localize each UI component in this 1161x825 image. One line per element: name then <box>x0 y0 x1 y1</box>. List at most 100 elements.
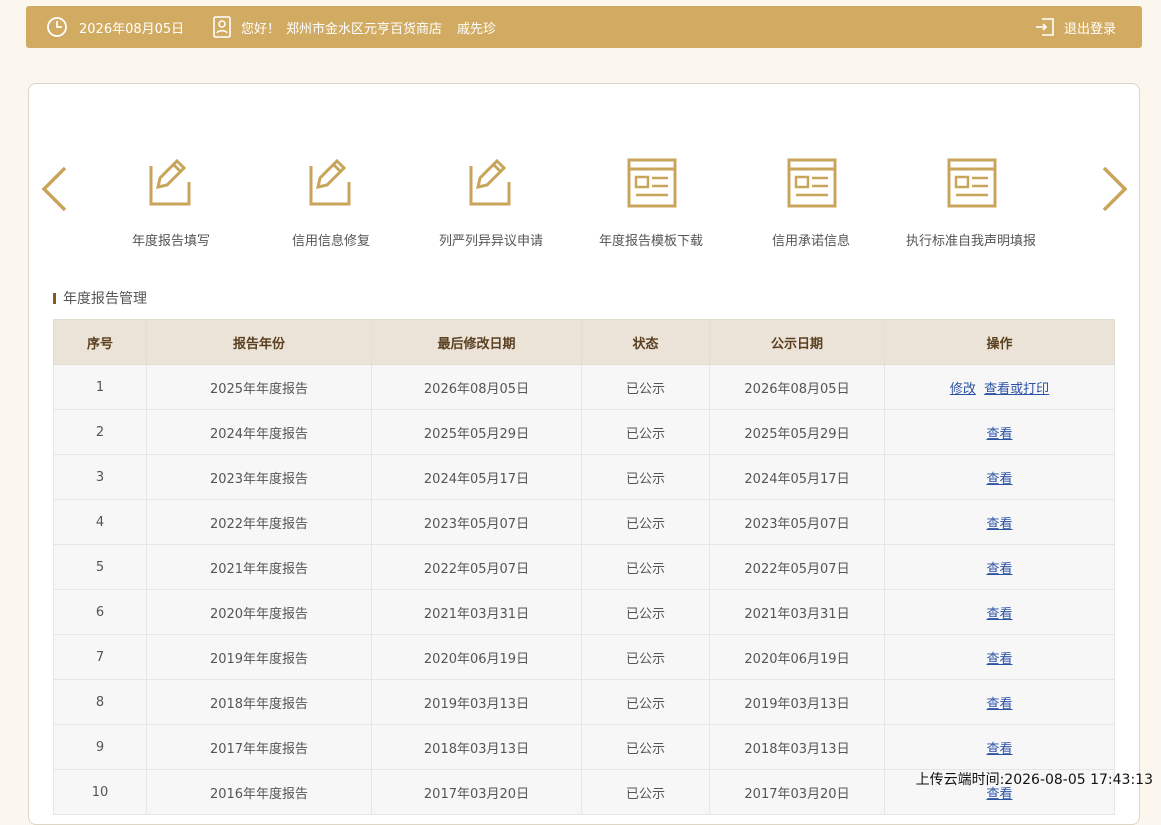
row-number: 1 <box>53 364 147 410</box>
actions-cell: 查看 <box>884 409 1115 455</box>
section-title-text: 年度报告管理 <box>63 291 147 307</box>
section-marker <box>53 292 56 304</box>
published-date: 2026年08月05日 <box>709 364 885 410</box>
modified-date: 2025年05月29日 <box>371 409 582 455</box>
row-number: 8 <box>53 679 147 725</box>
published-date: 2022年05月07日 <box>709 544 885 590</box>
column-header: 序号 <box>53 319 147 365</box>
view-link[interactable]: 查看 <box>986 697 1012 712</box>
greeting-text: 您好！ <box>241 21 281 37</box>
edit-icon <box>147 158 197 208</box>
report-year: 2018年年度报告 <box>146 679 372 725</box>
carousel-prev-button[interactable] <box>39 164 69 218</box>
view-print-link[interactable]: 查看或打印 <box>984 382 1049 397</box>
row-number: 7 <box>53 634 147 680</box>
modified-date: 2020年06月19日 <box>371 634 582 680</box>
row-number: 2 <box>53 409 147 455</box>
table-row: 3 2023年年度报告 2024年05月17日 已公示 2024年05月17日 … <box>53 454 1115 500</box>
view-link[interactable]: 查看 <box>986 517 1012 532</box>
modified-date: 2024年05月17日 <box>371 454 582 500</box>
chevron-right-icon <box>1100 166 1130 218</box>
published-date: 2024年05月17日 <box>709 454 885 500</box>
document-window-icon <box>947 158 997 208</box>
logout-button[interactable]: 退出登录 <box>1034 6 1116 48</box>
modified-date: 2021年03月31日 <box>371 589 582 635</box>
published-date: 2021年03月31日 <box>709 589 885 635</box>
modified-date: 2026年08月05日 <box>371 364 582 410</box>
modified-date: 2022年05月07日 <box>371 544 582 590</box>
report-year: 2016年年度报告 <box>146 769 372 815</box>
clock-icon <box>46 16 68 38</box>
status: 已公示 <box>581 679 710 725</box>
table-row: 8 2018年年度报告 2019年03月13日 已公示 2019年03月13日 … <box>53 679 1115 725</box>
report-year: 2020年年度报告 <box>146 589 372 635</box>
table-row: 1 2025年年度报告 2026年08月05日 已公示 2026年08月05日 … <box>53 364 1115 410</box>
column-header: 公示日期 <box>709 319 885 365</box>
user-badge-icon <box>212 16 232 38</box>
report-year: 2022年年度报告 <box>146 499 372 545</box>
row-number: 5 <box>53 544 147 590</box>
logout-label: 退出登录 <box>1064 21 1117 37</box>
annual-report-table: 序号 报告年份 最后修改日期 状态 公示日期 操作 1 2025年年度报告 20… <box>53 319 1115 815</box>
chevron-left-icon <box>39 166 69 218</box>
actions-cell: 修改 查看或打印 <box>884 364 1115 410</box>
top-bar: 2026年08月05日 您好！ 郑州市金水区元亨百货商店 戚先珍 退出登录 <box>26 6 1142 48</box>
table-row: 7 2019年年度报告 2020年06月19日 已公示 2020年06月19日 … <box>53 634 1115 680</box>
document-window-icon <box>627 158 677 208</box>
status: 已公示 <box>581 364 710 410</box>
column-header: 报告年份 <box>146 319 372 365</box>
published-date: 2017年03月20日 <box>709 769 885 815</box>
modified-date: 2023年05月07日 <box>371 499 582 545</box>
company-name: 郑州市金水区元亨百货商店 <box>286 21 443 37</box>
edit-link[interactable]: 修改 <box>950 382 976 397</box>
view-link[interactable]: 查看 <box>986 472 1012 487</box>
report-year: 2019年年度报告 <box>146 634 372 680</box>
actions-cell: 查看 <box>884 544 1115 590</box>
nav-label: 年度报告模板下载 <box>598 234 703 249</box>
edit-icon <box>307 158 357 208</box>
report-year: 2025年年度报告 <box>146 364 372 410</box>
view-link[interactable]: 查看 <box>986 562 1012 577</box>
published-date: 2019年03月13日 <box>709 679 885 725</box>
published-date: 2023年05月07日 <box>709 499 885 545</box>
column-header: 状态 <box>581 319 710 365</box>
greeting-group: 您好！ 郑州市金水区元亨百货商店 戚先珍 <box>212 6 496 48</box>
actions-cell: 查看 <box>884 499 1115 545</box>
status: 已公示 <box>581 589 710 635</box>
current-date: 2026年08月05日 <box>79 21 185 37</box>
status: 已公示 <box>581 454 710 500</box>
status: 已公示 <box>581 769 710 815</box>
actions-cell: 查看 <box>884 679 1115 725</box>
table-row: 5 2021年年度报告 2022年05月07日 已公示 2022年05月07日 … <box>53 544 1115 590</box>
status: 已公示 <box>581 409 710 455</box>
modified-date: 2017年03月20日 <box>371 769 582 815</box>
edit-icon <box>467 158 517 208</box>
nav-label: 信用信息修复 <box>291 234 370 249</box>
view-link[interactable]: 查看 <box>986 607 1012 622</box>
user-name: 戚先珍 <box>457 21 497 37</box>
published-date: 2018年03月13日 <box>709 724 885 770</box>
row-number: 3 <box>53 454 147 500</box>
document-window-icon <box>787 158 837 208</box>
row-number: 6 <box>53 589 147 635</box>
table-row: 9 2017年年度报告 2018年03月13日 已公示 2018年03月13日 … <box>53 724 1115 770</box>
report-year: 2024年年度报告 <box>146 409 372 455</box>
table-row: 6 2020年年度报告 2021年03月31日 已公示 2021年03月31日 … <box>53 589 1115 635</box>
table-row: 2 2024年年度报告 2025年05月29日 已公示 2025年05月29日 … <box>53 409 1115 455</box>
report-year: 2017年年度报告 <box>146 724 372 770</box>
nav-label: 执行标准自我声明填报 <box>905 234 1036 249</box>
actions-cell: 查看 <box>884 724 1115 770</box>
table-header-row: 序号 报告年份 最后修改日期 状态 公示日期 操作 <box>53 319 1115 365</box>
status: 已公示 <box>581 634 710 680</box>
column-header: 操作 <box>884 319 1115 365</box>
view-link[interactable]: 查看 <box>986 652 1012 667</box>
section-title: 年度报告管理 <box>53 288 147 308</box>
view-link[interactable]: 查看 <box>986 427 1012 442</box>
logout-icon <box>1034 16 1056 38</box>
carousel-next-button[interactable] <box>1100 164 1130 218</box>
table-row: 4 2022年年度报告 2023年05月07日 已公示 2023年05月07日 … <box>53 499 1115 545</box>
report-year: 2021年年度报告 <box>146 544 372 590</box>
main-panel: 年度报告填写 信用信息修复 列严列异异议申请 年度报告模板下载 信用承诺信息 执… <box>28 83 1140 825</box>
view-link[interactable]: 查看 <box>986 742 1012 757</box>
column-header: 最后修改日期 <box>371 319 582 365</box>
